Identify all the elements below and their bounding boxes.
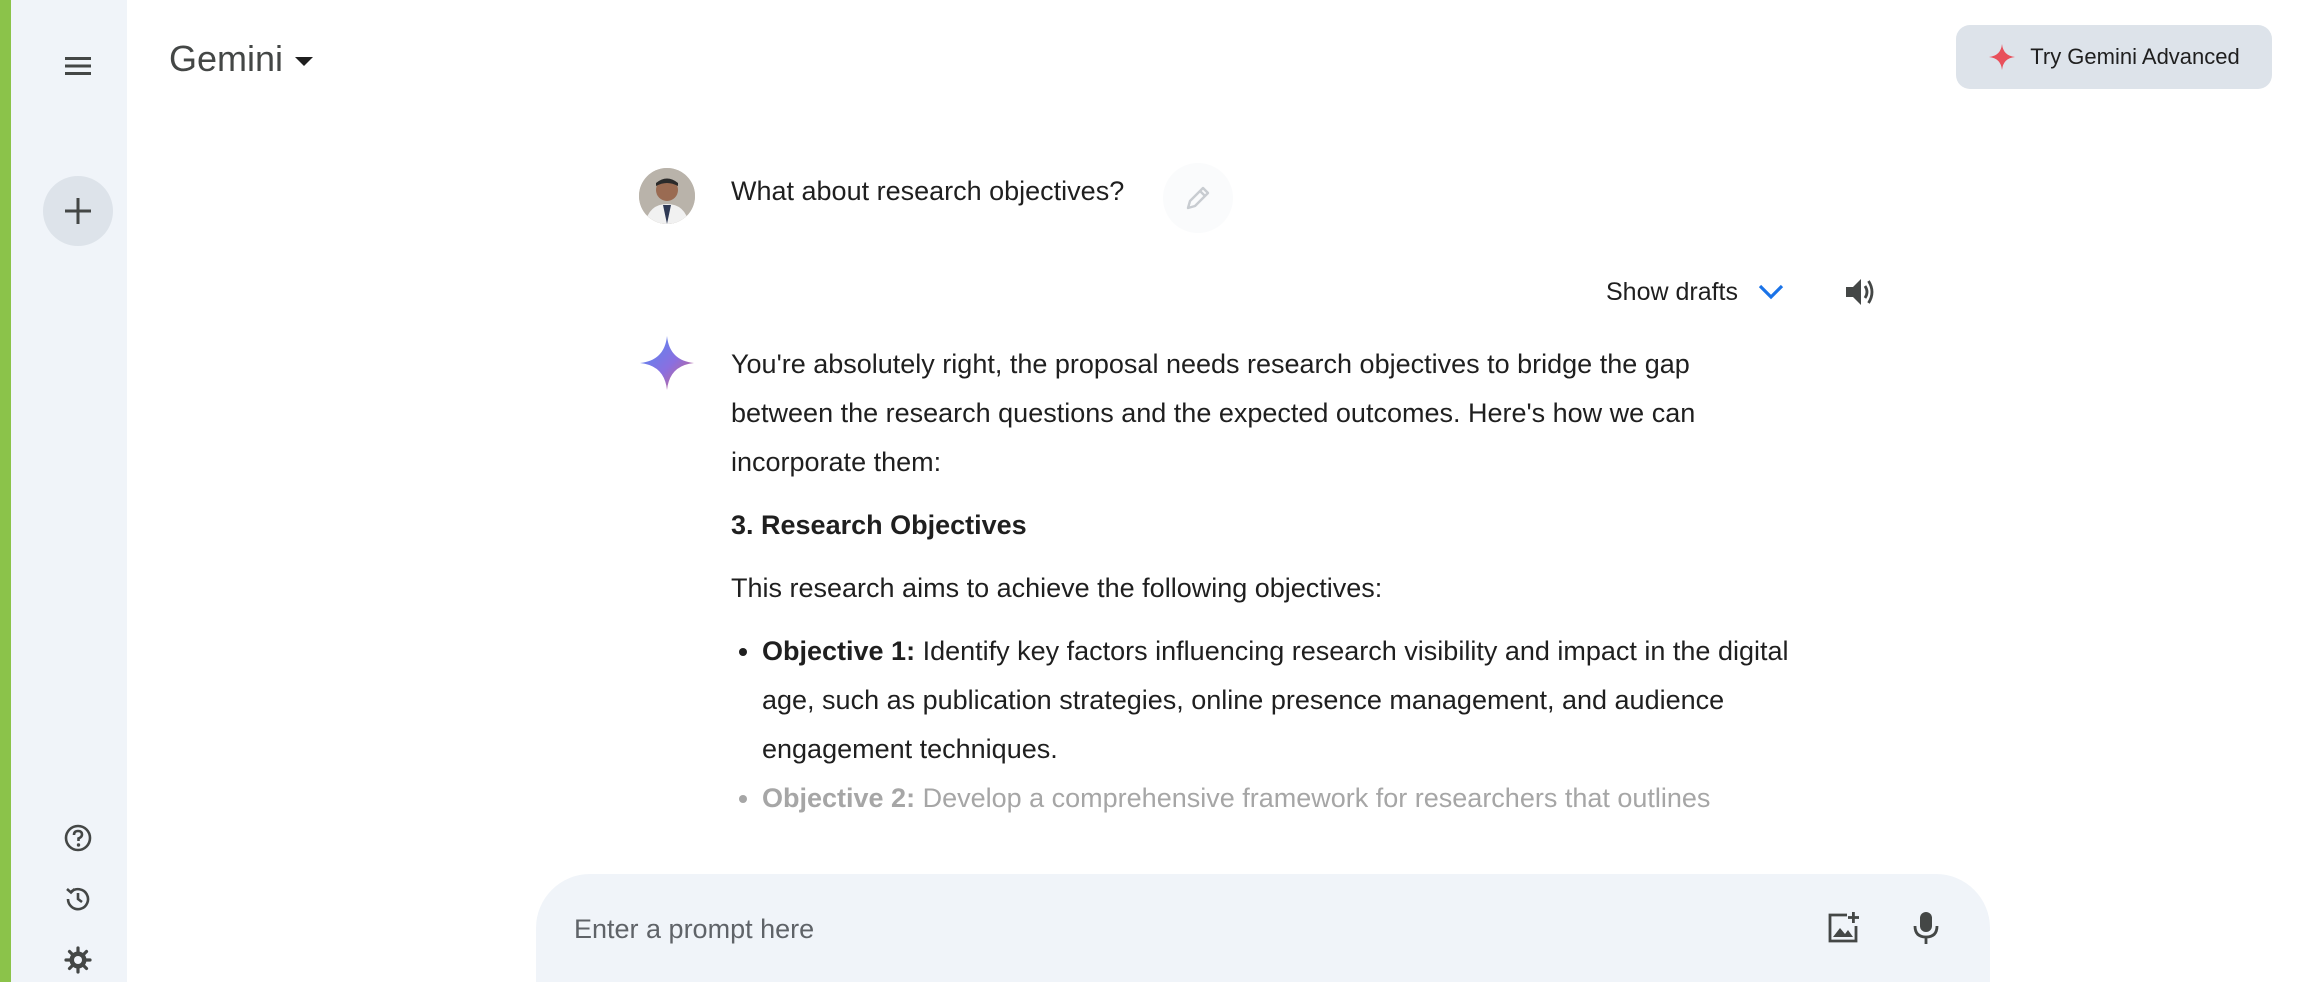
history-icon: [66, 887, 90, 911]
try-gemini-advanced-button[interactable]: Try Gemini Advanced: [1956, 25, 2272, 89]
show-drafts-label: Show drafts: [1606, 277, 1739, 306]
main-menu-button[interactable]: [50, 38, 106, 94]
speaker-icon: [1846, 279, 1874, 305]
window-edge: [0, 0, 11, 982]
microphone-icon: [1913, 912, 1939, 944]
sidebar: [11, 0, 127, 982]
pencil-icon: [1186, 186, 1210, 210]
response-heading: 3. Research Objectives: [731, 510, 1027, 540]
prompt-input[interactable]: [572, 900, 1776, 958]
settings-button[interactable]: [55, 937, 101, 983]
model-switcher[interactable]: Gemini: [169, 34, 314, 84]
user-query-text: What about research objectives?: [731, 176, 1125, 206]
add-image-icon: [1828, 912, 1859, 943]
objective-list: Objective 1: Identify key factors influe…: [731, 627, 1791, 823]
gear-icon: [64, 946, 92, 974]
listen-button[interactable]: [1836, 268, 1884, 316]
gemini-sparkle-icon: [640, 336, 694, 390]
list-item: Objective 1: Identify key factors influe…: [762, 627, 1791, 774]
help-button[interactable]: [55, 815, 101, 861]
objective-label: Objective 1:: [762, 636, 916, 666]
objective-text: Develop a comprehensive framework for re…: [915, 783, 1711, 813]
try-gemini-advanced-label: Try Gemini Advanced: [2030, 44, 2240, 69]
show-drafts-button[interactable]: Show drafts: [1606, 272, 1784, 312]
list-item: Objective 2: Develop a comprehensive fra…: [762, 774, 1791, 823]
activity-button[interactable]: [55, 876, 101, 922]
microphone-button[interactable]: [1902, 904, 1950, 952]
objective-label: Objective 2:: [762, 783, 916, 813]
response-aim: This research aims to achieve the follow…: [731, 573, 1383, 603]
objective-text: Identify key factors influencing researc…: [762, 636, 1789, 764]
chevron-down-icon: [1758, 284, 1784, 300]
sparkle-icon: [1989, 44, 2016, 70]
caret-down-icon: [295, 56, 314, 66]
help-icon: [64, 824, 92, 852]
menu-icon: [65, 57, 91, 75]
new-chat-button[interactable]: [43, 176, 113, 246]
model-response: You're absolutely right, the proposal ne…: [731, 340, 1791, 823]
prompt-bar: [536, 874, 1990, 982]
upload-image-button[interactable]: [1819, 904, 1867, 952]
brand-name: Gemini: [169, 38, 284, 79]
plus-icon: [65, 198, 91, 224]
response-intro: You're absolutely right, the proposal ne…: [731, 349, 1696, 477]
user-avatar: [639, 168, 695, 224]
edit-query-button[interactable]: [1163, 163, 1233, 233]
